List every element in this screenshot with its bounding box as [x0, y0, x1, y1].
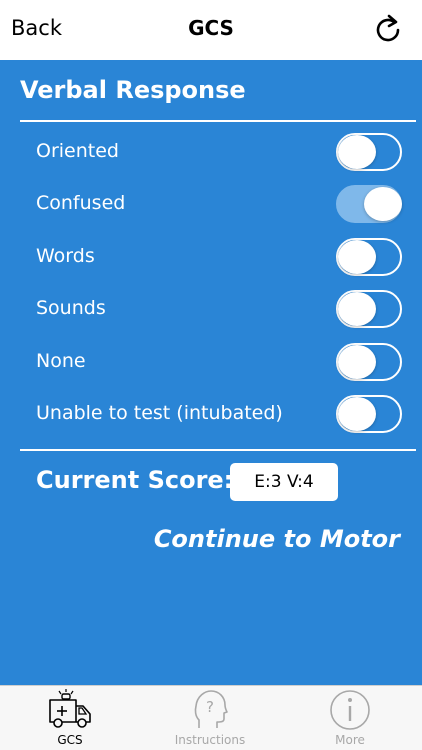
tab-more[interactable]: More [280, 686, 420, 750]
option-row-words: Words [0, 232, 422, 284]
option-row-sounds: Sounds [0, 284, 422, 336]
toggle-oriented[interactable] [336, 133, 402, 171]
current-score-label: Current Score: [36, 466, 234, 494]
main-content: Verbal Response Oriented Confused Words … [0, 60, 422, 685]
tab-bar: GCS ? Instructions More [0, 685, 422, 750]
tab-label: Instructions [174, 733, 246, 747]
toggle-confused[interactable] [336, 185, 402, 223]
toggle-knob [338, 397, 376, 431]
option-label: Sounds [36, 297, 106, 319]
section-title: Verbal Response [20, 76, 246, 104]
toggle-knob [364, 187, 402, 221]
toggle-words[interactable] [336, 238, 402, 276]
option-row-oriented: Oriented [0, 127, 422, 179]
app-window: Back GCS Verbal Response Oriented Confus… [0, 0, 422, 750]
svg-text:?: ? [206, 698, 214, 716]
tab-label: More [335, 733, 365, 747]
continue-to-motor-button[interactable]: Continue to Motor [154, 525, 400, 553]
toggle-knob [338, 135, 376, 169]
option-label: Unable to test (intubated) [36, 402, 283, 424]
toggle-knob [338, 345, 376, 379]
toggle-knob [338, 240, 376, 274]
tab-gcs[interactable]: GCS [0, 686, 140, 750]
page-title: GCS [188, 16, 234, 40]
current-score-value: E:3 V:4 [230, 463, 338, 501]
option-row-none: None [0, 337, 422, 389]
refresh-button[interactable] [372, 12, 404, 46]
option-label: Words [36, 245, 95, 267]
refresh-icon [376, 14, 400, 42]
info-icon [330, 690, 370, 730]
toggle-sounds[interactable] [336, 290, 402, 328]
tab-instructions[interactable]: ? Instructions [140, 686, 280, 750]
option-label: Confused [36, 192, 126, 214]
option-row-confused: Confused [0, 179, 422, 231]
option-row-unable-to-test: Unable to test (intubated) [0, 389, 422, 441]
ambulance-icon [49, 689, 91, 728]
option-label: None [36, 350, 86, 372]
toggle-unable-to-test[interactable] [336, 395, 402, 433]
navigation-bar: Back GCS [0, 0, 422, 60]
toggle-none[interactable] [336, 343, 402, 381]
head-question-icon: ? [194, 690, 228, 728]
option-label: Oriented [36, 140, 119, 162]
section-divider [20, 120, 416, 122]
tab-label: GCS [57, 733, 83, 747]
toggle-knob [338, 292, 376, 326]
score-divider [20, 449, 416, 451]
